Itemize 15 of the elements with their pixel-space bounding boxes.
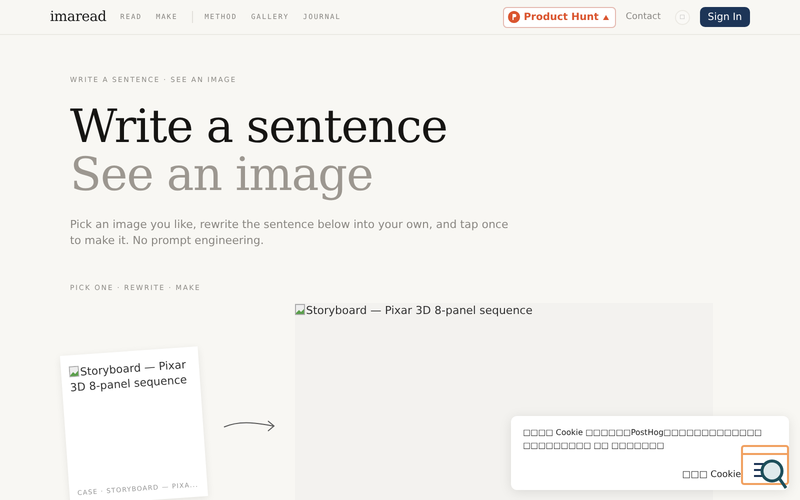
arrow-icon [223,420,275,432]
contact-link[interactable]: Contact [626,12,661,22]
search-window-icon[interactable] [740,444,790,490]
cookie-message: □□□□ Cookie □□□□□□PostHog□□□□□□□□□□□□□□□□□□□□□□ □□ □□□□□□□ [523,427,763,452]
product-hunt-logo-icon [508,11,520,23]
product-hunt-badge[interactable]: Product Hunt [502,6,616,28]
image-alt-text: Storyboard — Pixar 3D 8-panel sequence [295,303,713,318]
logo[interactable]: imaread [50,9,106,25]
broken-image-icon [68,366,80,378]
subheadline: See an image [70,150,374,198]
headline: Write a sentence [70,102,448,150]
cookie-button[interactable]: □□□ Cookie [682,470,741,480]
upvote-icon [602,14,609,20]
lead-paragraph: Pick an image you like, rewrite the sentence below into your own, and tap once to make it. No prompt engineering. [70,217,510,249]
sign-in-button[interactable]: Sign In [700,7,750,27]
